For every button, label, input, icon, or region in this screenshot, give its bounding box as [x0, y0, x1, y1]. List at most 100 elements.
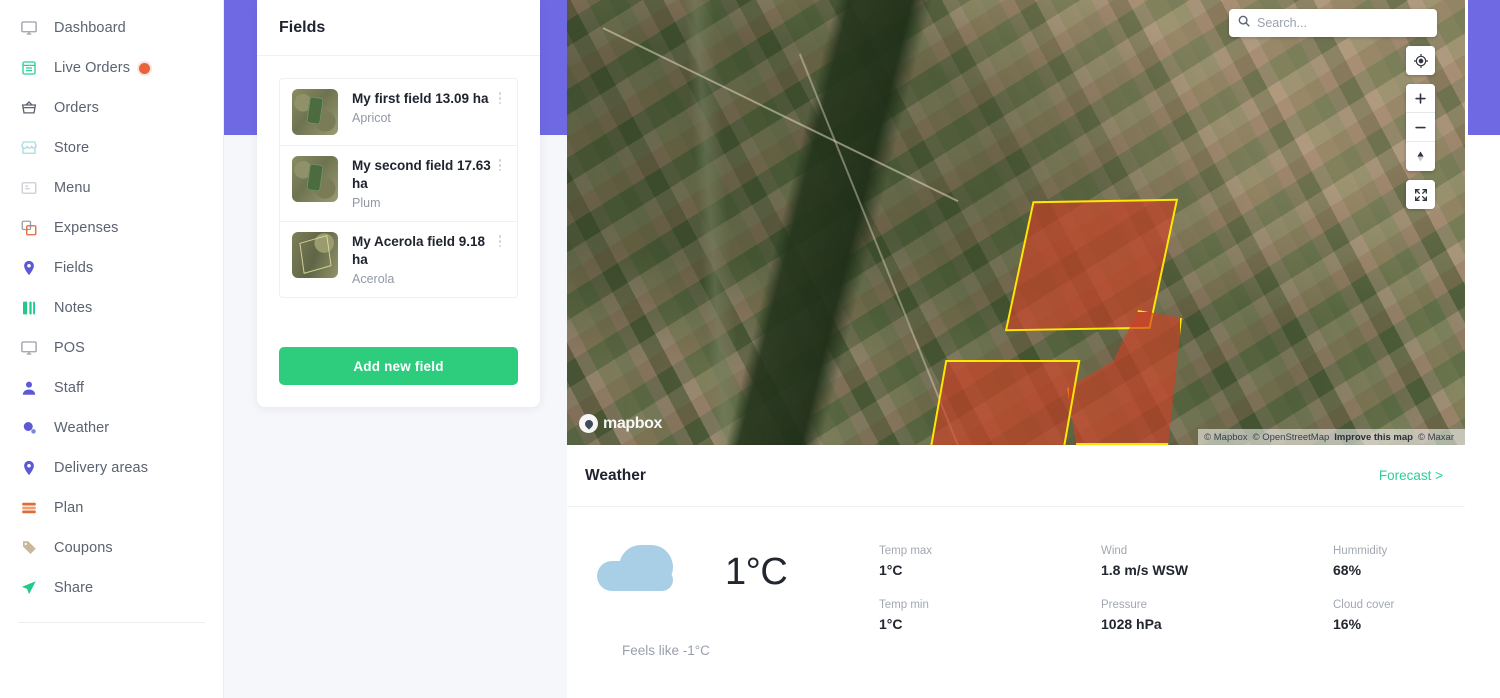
- cloud-icon: [597, 545, 679, 599]
- menu-card-icon: [18, 177, 40, 199]
- accent-band-left: [224, 0, 258, 135]
- user-icon: [18, 377, 40, 399]
- field-options-icon[interactable]: [493, 232, 507, 249]
- field-title: My second field 17.63 ha: [352, 158, 491, 191]
- field-thumbnail: [292, 156, 338, 202]
- pin-icon: [18, 457, 40, 479]
- attribution-mapbox[interactable]: © Mapbox: [1204, 432, 1247, 443]
- sidebar: Dashboard Live Orders Orders Store Menu …: [0, 0, 224, 698]
- sidebar-item-notes[interactable]: Notes: [0, 288, 223, 328]
- sidebar-item-staff[interactable]: Staff: [0, 368, 223, 408]
- fields-list: My first field 13.09 ha Apricot My secon…: [279, 78, 518, 298]
- current-temperature: 1°C: [725, 550, 788, 593]
- weather-current: 1°C Feels like -1°C: [567, 545, 879, 658]
- weather-metric-temp-min: Temp min 1°C: [879, 599, 1101, 632]
- mapbox-logo[interactable]: mapbox: [579, 414, 662, 433]
- sidebar-item-menu[interactable]: Menu: [0, 168, 223, 208]
- sidebar-item-expenses[interactable]: Expenses: [0, 208, 223, 248]
- metric-label: Cloud cover: [1333, 599, 1395, 611]
- mapbox-mark-icon: [579, 414, 598, 433]
- sidebar-item-weather[interactable]: Weather: [0, 408, 223, 448]
- basket-icon: [18, 97, 40, 119]
- field-options-icon[interactable]: [493, 89, 507, 106]
- fullscreen-control-group: [1406, 180, 1435, 209]
- weather-icon: [18, 417, 40, 439]
- field-info: My Acerola field 9.18 ha Acerola: [352, 232, 493, 287]
- metric-value: 1°C: [879, 562, 903, 578]
- sidebar-item-label: Expenses: [54, 220, 119, 236]
- weather-metric-wind: Wind 1.8 m/s WSW: [1101, 545, 1333, 599]
- sidebar-item-delivery-areas[interactable]: Delivery areas: [0, 448, 223, 488]
- expenses-icon: [18, 217, 40, 239]
- field-list-item[interactable]: My Acerola field 9.18 ha Acerola: [280, 222, 517, 297]
- map-controls: [1406, 46, 1435, 218]
- sidebar-item-label: Plan: [54, 500, 84, 516]
- sidebar-item-coupons[interactable]: Coupons: [0, 528, 223, 568]
- add-field-container: Add new field: [257, 347, 540, 407]
- metric-label: Temp min: [879, 599, 929, 611]
- sidebar-item-label: Fields: [54, 260, 94, 276]
- geolocate-control-group: [1406, 46, 1435, 75]
- field-thumbnail: [292, 89, 338, 135]
- field-crop: Plum: [352, 196, 381, 210]
- compass-button[interactable]: [1406, 142, 1435, 171]
- add-new-field-button[interactable]: Add new field: [279, 347, 518, 385]
- sidebar-item-pos[interactable]: POS: [0, 328, 223, 368]
- sidebar-item-label: Share: [54, 580, 94, 596]
- sidebar-item-store[interactable]: Store: [0, 128, 223, 168]
- forecast-link[interactable]: Forecast >: [1379, 468, 1443, 483]
- metric-label: Temp max: [879, 545, 933, 557]
- feels-like-text: Feels like -1°C: [622, 643, 710, 658]
- sidebar-item-label: Orders: [54, 100, 99, 116]
- field-title: My first field 13.09 ha: [352, 91, 489, 106]
- search-input[interactable]: [1257, 16, 1429, 30]
- field-list-item[interactable]: My first field 13.09 ha Apricot: [280, 79, 517, 146]
- metric-label: Pressure: [1101, 599, 1148, 611]
- field-options-icon[interactable]: [493, 156, 507, 173]
- field-thumbnail: [292, 232, 338, 278]
- weather-metrics-grid: Temp max 1°C Wind 1.8 m/s WSW Hummidity …: [879, 545, 1465, 632]
- field-polygon[interactable]: [1004, 198, 1179, 332]
- metric-value: 16%: [1333, 616, 1362, 632]
- weather-panel: Weather Forecast > 1°C Feels like -1°C T…: [567, 445, 1465, 698]
- weather-body: 1°C Feels like -1°C Temp max 1°C Wind 1.…: [567, 507, 1465, 658]
- attribution-improve-link[interactable]: Improve this map: [1334, 432, 1413, 443]
- fields-panel: Fields My first field 13.09 ha Apricot M…: [257, 0, 540, 407]
- field-crop: Apricot: [352, 111, 391, 125]
- share-icon: [18, 577, 40, 599]
- attribution-maxar[interactable]: © Maxar: [1418, 432, 1454, 443]
- zoom-in-button[interactable]: [1406, 84, 1435, 113]
- sidebar-item-label: Live Orders: [54, 60, 131, 76]
- store-icon: [18, 137, 40, 159]
- map-attribution: © Mapbox © OpenStreetMap Improve this ma…: [1198, 429, 1465, 445]
- map-search-box[interactable]: [1229, 9, 1437, 37]
- sidebar-item-plan[interactable]: Plan: [0, 488, 223, 528]
- zoom-out-button[interactable]: [1406, 113, 1435, 142]
- metric-value: 1°C: [879, 616, 903, 632]
- metric-value: 68%: [1333, 562, 1362, 578]
- sidebar-item-label: Coupons: [54, 540, 113, 556]
- sidebar-item-live-orders[interactable]: Live Orders: [0, 48, 223, 88]
- sidebar-item-label: Notes: [54, 300, 93, 316]
- metric-value: 1.8 m/s WSW: [1101, 562, 1189, 578]
- field-list-item[interactable]: My second field 17.63 ha Plum: [280, 146, 517, 222]
- pin-icon: [18, 257, 40, 279]
- monitor-icon: [18, 337, 40, 359]
- sidebar-item-dashboard[interactable]: Dashboard: [0, 8, 223, 48]
- sidebar-item-fields[interactable]: Fields: [0, 248, 223, 288]
- geolocate-button[interactable]: [1406, 46, 1435, 75]
- sidebar-item-orders[interactable]: Orders: [0, 88, 223, 128]
- metric-label: Wind: [1101, 545, 1128, 557]
- sidebar-item-label: Menu: [54, 180, 91, 196]
- app-root: Dashboard Live Orders Orders Store Menu …: [0, 0, 1500, 698]
- map-canvas[interactable]: mapbox © Mapbox © OpenStreetMap Improve …: [567, 0, 1465, 445]
- sidebar-item-label: POS: [54, 340, 85, 356]
- field-polygon[interactable]: [928, 360, 1081, 445]
- weather-current-main: 1°C: [589, 545, 879, 599]
- weather-metric-cloud-cover: Cloud cover 16%: [1333, 599, 1465, 632]
- attribution-openstreetmap[interactable]: © OpenStreetMap: [1253, 432, 1330, 443]
- sidebar-item-share[interactable]: Share: [0, 568, 223, 608]
- fullscreen-button[interactable]: [1406, 180, 1435, 209]
- weather-header: Weather Forecast >: [567, 445, 1465, 507]
- accent-band-right: [1468, 0, 1500, 135]
